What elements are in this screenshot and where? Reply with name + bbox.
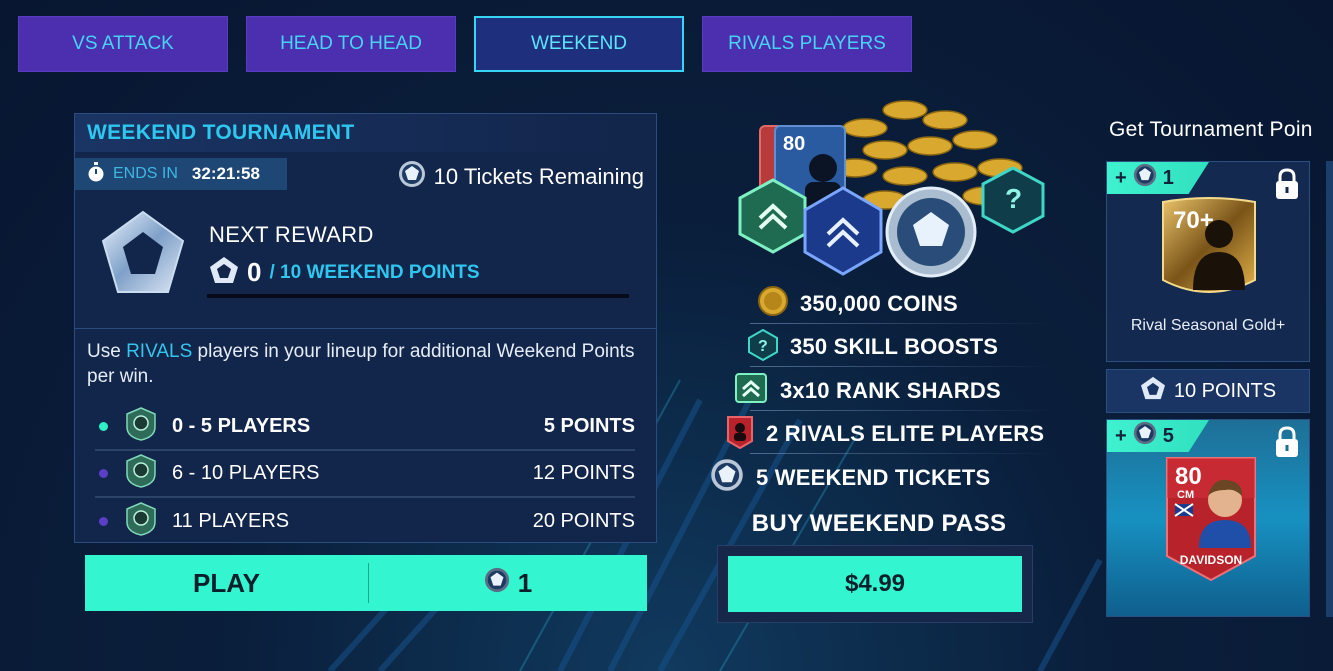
pass-item-text: 3x10 RANK SHARDS [780,377,1001,403]
tier-active-dot [99,422,108,431]
timer-row: ENDS IN 32:21:58 10 Tickets Remaining [75,152,656,194]
points-progress-text: 0 / 10 WEEKEND POINTS [209,256,480,289]
ticket-icon [398,160,426,194]
tier-row: 11 PLAYERS 20 POINTS [95,498,635,545]
ticket-icon [1133,421,1157,451]
tournament-points-title: Get Tournament Poin [1109,118,1313,141]
pass-item-rank-shards: 3x10 RANK SHARDS [710,369,1055,413]
next-column-edge [1326,161,1333,617]
tier-name: 0 - 5 PLAYERS [172,415,311,437]
lock-icon [1275,426,1299,463]
pack-card-rating: 80 [783,133,805,155]
tab-vs-attack[interactable]: VS ATTACK [18,16,228,72]
stopwatch-icon [87,161,105,187]
pass-item-text: 350 SKILL BOOSTS [790,334,999,360]
divider [750,322,1055,324]
next-reward-area: NEXT REWARD 0 / 10 WEEKEND POINTS [75,194,656,329]
points-band-label: 10 POINTS [1173,379,1277,402]
note-prefix: Use [87,341,127,362]
player-position: CM [1177,489,1194,501]
tier-name: 11 PLAYERS [172,510,290,532]
tab-head-to-head[interactable]: HEAD TO HEAD [246,16,456,72]
weekend-points-icon [209,256,239,289]
points-progress-bar [207,294,629,298]
ticket-icon [484,567,510,600]
reward-card-2[interactable]: + 5 80 CM DAVIDSON [1106,419,1310,617]
pass-item-tickets: 5 WEEKEND TICKETS [710,456,1055,500]
reward-card-caption: Rival Seasonal Gold+ [1130,317,1286,334]
weekend-points-icon [1140,376,1166,406]
ticket-icon [1133,163,1157,193]
pass-item-elite-players: 2 RIVALS ELITE PLAYERS [710,413,1055,457]
pass-item-text: 5 WEEKEND TICKETS [756,464,991,490]
weekend-pass-pack-art: 80 ? [735,88,1055,285]
buy-weekend-pass-title: BUY WEEKEND PASS [751,510,1007,537]
skill-boost-icon: ? [748,328,778,366]
note-highlight[interactable]: RIVALS [126,341,192,362]
plus-sign: + [1115,424,1127,447]
rank-shard-icon [734,372,768,409]
svg-text:?: ? [758,338,768,355]
play-cost-value: 1 [517,567,533,598]
tickets-remaining: 10 Tickets Remaining [398,160,644,194]
divider [750,409,1055,411]
divider [750,366,1055,367]
mode-tabs: VS ATTACK HEAD TO HEAD WEEKEND RIVALS PL… [18,16,912,72]
tier-row: 0 - 5 PLAYERS 5 POINTS [95,404,635,451]
skill-boost-glyph: ? [1005,183,1022,214]
tickets-text: 10 Tickets Remaining [433,164,644,189]
tier-points-band: 10 POINTS [1106,369,1310,413]
pass-item-text: 350,000 COINS [800,290,958,316]
tier-dot [99,517,108,526]
ribbon-value: 5 [1162,424,1174,447]
plus-sign: + [1115,166,1127,189]
lock-icon [1275,168,1299,205]
player-rating: 80 [1175,463,1202,490]
tier-dot [99,469,108,478]
reward-card-1[interactable]: + 1 70+ Rival Seasonal Gold+ [1106,161,1310,362]
rivals-badge-icon [124,407,158,446]
buy-pass-button[interactable]: $4.99 [728,556,1022,612]
points-value: 0 [247,257,262,287]
tab-rivals-players[interactable]: RIVALS PLAYERS [702,16,912,72]
pass-item-text: 2 RIVALS ELITE PLAYERS [766,421,1045,447]
reward-ribbon: + 5 [1107,420,1209,452]
play-ticket-cost: 1 [369,567,647,600]
tab-weekend[interactable]: WEEKEND [474,16,684,72]
divider [750,453,1055,454]
gold-pack-card: 70+ [1157,194,1261,309]
player-name: DAVIDSON [1180,553,1242,567]
player-card: 80 CM DAVIDSON [1163,452,1259,587]
pass-item-coins: 350,000 COINS [710,282,1055,326]
tier-points: 5 POINTS [543,415,635,437]
ends-in-box: ENDS IN 32:21:58 [75,158,287,190]
coin-icon [758,286,788,321]
tier-name: 6 - 10 PLAYERS [172,462,320,484]
rivals-note: Use RIVALS players in your lineup for ad… [75,329,656,389]
ribbon-value: 1 [1162,166,1174,189]
play-button[interactable]: PLAY 1 [85,555,647,611]
weekend-reward-badge-icon [97,208,189,305]
pass-item-skill-boosts: ? 350 SKILL BOOSTS [710,326,1055,370]
weekend-pass-contents: 350,000 COINS ? 350 SKILL BOOSTS 3x10 RA… [710,282,1055,500]
rivals-badge-icon [124,454,158,493]
tier-list: 0 - 5 PLAYERS 5 POINTS 6 - 10 PLAYERS 12… [95,404,635,545]
player-card-icon [726,415,754,454]
ends-in-time: 32:21:58 [191,164,260,183]
tournament-title: WEEKEND TOURNAMENT [75,114,656,152]
ends-in-label: ENDS IN [113,165,178,182]
reward-ribbon: + 1 [1107,162,1209,194]
tier-row: 6 - 10 PLAYERS 12 POINTS [95,451,635,498]
weekend-tournament-panel: WEEKEND TOURNAMENT ENDS IN 32:21:58 10 T… [74,113,657,543]
tier-points: 12 POINTS [532,462,635,484]
next-reward-label: NEXT REWARD [209,222,374,247]
rivals-badge-icon [124,502,158,541]
tier-points: 20 POINTS [532,510,635,532]
points-target: / 10 WEEKEND POINTS [269,261,480,283]
ticket-icon [710,458,744,497]
play-label: PLAY [193,567,260,598]
